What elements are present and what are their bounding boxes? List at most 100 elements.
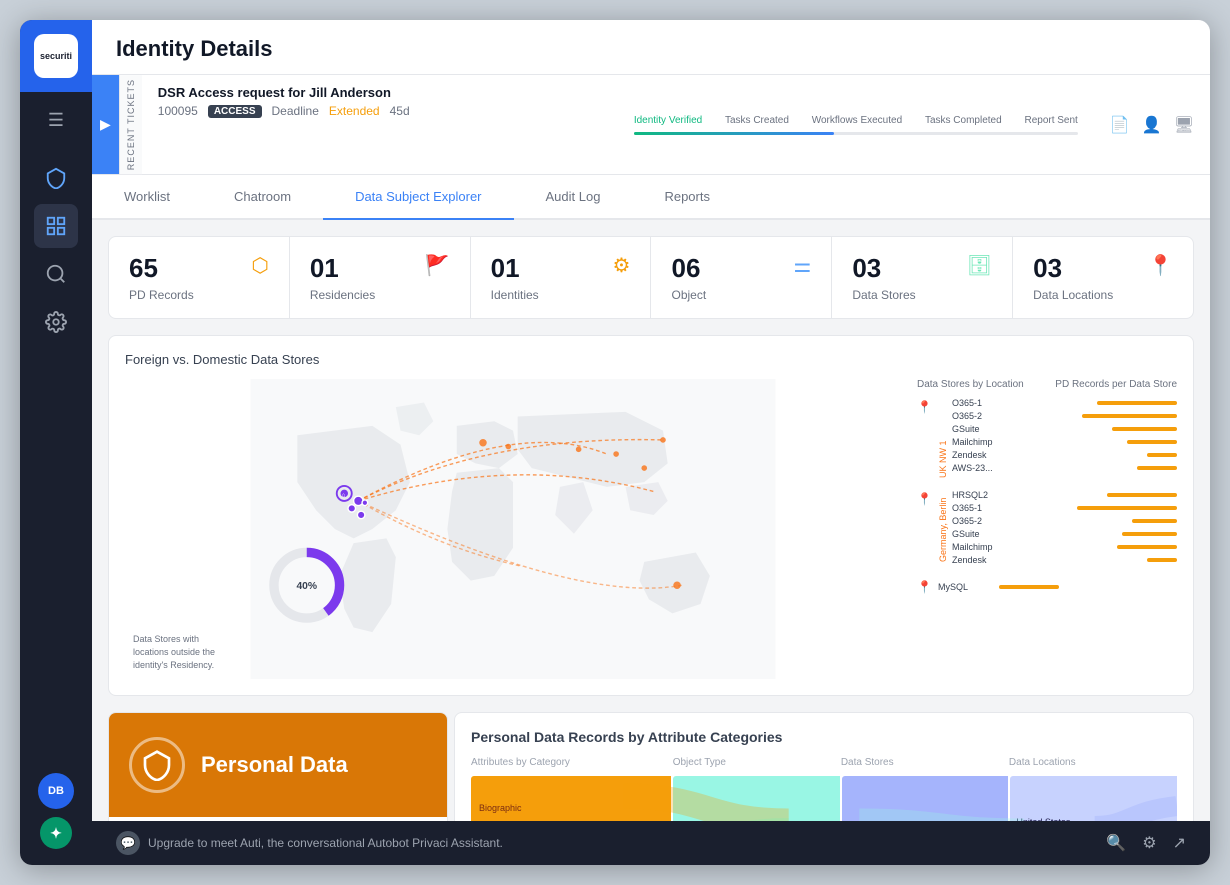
pd-title: Personal Data (201, 752, 348, 778)
user-avatar[interactable]: DB (38, 773, 74, 809)
page-title: Identity Details (116, 36, 1186, 62)
stat-object-label: Object (671, 288, 811, 302)
ds-row: HRSQL2 (952, 490, 1177, 500)
progress-fill (634, 132, 834, 135)
location-group-germany: 📍 Germany, Berlin HRSQL2 O365-1 O365-2 G… (917, 490, 1177, 568)
step-tasks-created: Tasks Created (725, 115, 789, 126)
sidebar-nav (34, 156, 78, 773)
stat-residencies-icon: 🚩 (425, 253, 450, 278)
ds-row: GSuite (952, 529, 1177, 539)
content-area: 65 ⬡ PD Records 01 🚩 Residencies 01 ⚙ (92, 220, 1210, 821)
germany-label: Germany, Berlin (938, 490, 948, 562)
svg-text:40%: 40% (296, 581, 317, 592)
bottom-bar: 💬 Upgrade to meet Auti, the conversation… (92, 821, 1210, 865)
map-title: Foreign vs. Domestic Data Stores (125, 352, 1177, 367)
tab-worklist[interactable]: Worklist (92, 175, 202, 220)
stat-object: 06 ⚌ Object (651, 237, 832, 318)
sidebar-bottom: DB ✦ (38, 773, 74, 865)
step-report-sent: Report Sent (1024, 115, 1077, 126)
stat-identities-label: Identities (491, 288, 631, 302)
step-tasks-completed: Tasks Completed (925, 115, 1002, 126)
sankey-chart: Biographic Demographic Financial (471, 776, 1177, 821)
stats-bar: 65 ⬡ PD Records 01 🚩 Residencies 01 ⚙ (108, 236, 1194, 319)
donut-caption: Data Stores with locations outside the i… (133, 633, 223, 671)
sidebar-icon-settings[interactable] (34, 300, 78, 344)
mysql-bar (999, 585, 1059, 589)
search-bottom-icon[interactable]: 🔍 (1106, 833, 1126, 853)
pin-icon-germany: 📍 (917, 492, 932, 506)
tab-chatroom[interactable]: Chatroom (202, 175, 323, 220)
documents-block: Documents (673, 776, 840, 821)
col-header-object: Object Type (673, 757, 841, 768)
filter-bottom-icon[interactable]: ⚙ (1142, 833, 1156, 853)
uknw1-stores: UK NW 1 O365-1 O365-2 GSuite Mailchimp Z… (938, 398, 1177, 478)
ds-row: Zendesk (952, 450, 1177, 460)
screen-icon[interactable]: 🖥 (1174, 115, 1194, 135)
stat-identities-icon: ⚙ (613, 253, 631, 278)
stat-data-stores-icon: 🗄 (967, 253, 992, 278)
world-map: ⌂ (125, 379, 901, 679)
personal-data-column: Personal Data PD Records by Attribute Ca… (108, 712, 438, 821)
sidebar-icon-search[interactable] (34, 252, 78, 296)
chart-headers: Data Stores by Location PD Records per D… (917, 379, 1177, 390)
ticket-panel: ▶ RECENT TICKETS DSR Access request for … (92, 75, 1210, 175)
stat-pd-records-icon: ⬡ (251, 253, 268, 278)
step-identity-verified: Identity Verified (634, 115, 702, 126)
ticket-type-badge: ACCESS (208, 105, 262, 118)
ds-row: Zendesk (952, 555, 1177, 565)
logo-text: securiti (40, 51, 72, 61)
share-bottom-icon[interactable]: ↗ (1173, 833, 1186, 853)
stat-residencies: 01 🚩 Residencies (290, 237, 471, 318)
tab-audit-log[interactable]: Audit Log (514, 175, 633, 220)
ticket-collapse-button[interactable]: ▶ (92, 75, 119, 174)
stat-pd-records-label: PD Records (129, 288, 269, 302)
document-icon[interactable]: 📄 (1110, 115, 1130, 135)
google-drive-block: Google Drive (842, 776, 1009, 821)
germany-stores: Germany, Berlin HRSQL2 O365-1 O365-2 GSu… (938, 490, 1177, 568)
pdr-chart-section: Personal Data Records by Attribute Categ… (454, 712, 1194, 821)
sidebar-icon-dashboard[interactable] (34, 204, 78, 248)
stat-data-locations: 03 📍 Data Locations (1013, 237, 1193, 318)
ds-row: AWS-23... (952, 463, 1177, 473)
svg-text:⌂: ⌂ (341, 492, 345, 499)
stat-pd-records: 65 ⬡ PD Records (109, 237, 290, 318)
location-group-mysql: 📍 MySQL (917, 580, 1177, 594)
person-icon[interactable]: 👤 (1142, 115, 1162, 135)
bottom-action-icons: 🔍 ⚙ ↗ (1106, 833, 1186, 853)
menu-button[interactable]: ☰ (20, 96, 92, 144)
chart-right-panel: Data Stores by Location PD Records per D… (917, 379, 1177, 679)
tab-reports[interactable]: Reports (632, 175, 742, 220)
progress-bar (634, 132, 1078, 135)
stores-col: Google Drive (842, 776, 1009, 821)
stat-object-icon: ⚌ (793, 253, 811, 278)
map-section: Foreign vs. Domestic Data Stores (108, 335, 1194, 696)
ticket-action-icons: 📄 👤 🖥 (1094, 75, 1210, 174)
main-content: Identity Details ▶ RECENT TICKETS DSR Ac… (92, 20, 1210, 865)
header-pd-records: PD Records per Data Store (1047, 379, 1177, 390)
sidebar-icon-shield[interactable] (34, 156, 78, 200)
mysql-label: MySQL (938, 582, 993, 592)
col-header-stores: Data Stores (841, 757, 1009, 768)
tab-data-subject-explorer[interactable]: Data Subject Explorer (323, 175, 513, 220)
pdr-col-headers: Attributes by Category Object Type Data … (471, 757, 1177, 768)
pd-icon (129, 737, 185, 793)
pd-header: Personal Data (109, 713, 447, 817)
ticket-progress: Identity Verified Tasks Created Workflow… (618, 75, 1094, 174)
ds-row: O365-2 (952, 411, 1177, 421)
upgrade-section: 💬 Upgrade to meet Auti, the conversation… (116, 831, 503, 855)
notifications-icon[interactable]: ✦ (40, 817, 72, 849)
header-ds-location: Data Stores by Location (917, 379, 1047, 390)
deadline-label: Deadline (272, 104, 319, 118)
bot-icon: 💬 (116, 831, 140, 855)
col-header-locations: Data Locations (1009, 757, 1177, 768)
ds-row: GSuite (952, 424, 1177, 434)
tab-bar: Worklist Chatroom Data Subject Explorer … (92, 175, 1210, 220)
ds-row: Mailchimp (952, 542, 1177, 552)
ds-row: Mailchimp (952, 437, 1177, 447)
location-group-uknw1: 📍 UK NW 1 O365-1 O365-2 GSuite Mailchimp… (917, 398, 1177, 478)
col-header-attributes: Attributes by Category (471, 757, 673, 768)
stat-identities: 01 ⚙ Identities (471, 237, 652, 318)
object-col: Documents (673, 776, 840, 821)
recent-tickets-label: RECENT TICKETS (119, 75, 142, 174)
map-content: ⌂ (125, 379, 1177, 679)
